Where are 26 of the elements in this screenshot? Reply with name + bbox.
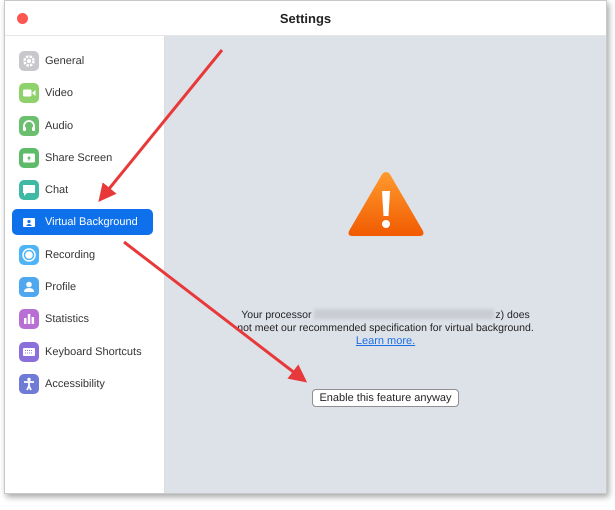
sidebar-item[interactable]: Virtual Background: [12, 209, 153, 236]
person-icon: [19, 277, 39, 298]
close-button[interactable]: [17, 13, 28, 24]
chat-bubble-icon: [19, 180, 39, 200]
accessibility-icon: [19, 374, 39, 394]
bar-chart-icon: [19, 309, 39, 330]
learn-more-link[interactable]: Learn more.: [356, 335, 416, 348]
warning-icon: [346, 169, 426, 239]
share-screen-icon: [19, 148, 39, 168]
sidebar-item[interactable]: Recording: [12, 242, 153, 268]
keyboard-icon: [19, 342, 39, 362]
sidebar-item[interactable]: Share Screen: [12, 144, 153, 171]
video-camera-icon: [19, 83, 39, 104]
sidebar-item[interactable]: Audio: [12, 112, 153, 139]
sidebar-item[interactable]: Accessibility: [12, 370, 153, 397]
window-title: Settings: [280, 10, 332, 26]
sidebar-item[interactable]: Keyboard Shortcuts: [12, 338, 153, 365]
sidebar-item[interactable]: Statistics: [12, 306, 153, 332]
headphones-icon: [19, 116, 39, 136]
enable-feature-button[interactable]: Enable this feature anyway: [312, 389, 459, 407]
sidebar-item[interactable]: Profile: [12, 274, 153, 300]
sidebar-item[interactable]: Chat: [12, 177, 153, 204]
record-icon: [19, 244, 39, 265]
sidebar-item[interactable]: General: [12, 48, 153, 74]
sidebar-item[interactable]: Video: [12, 80, 153, 106]
gear-icon: [19, 51, 39, 71]
